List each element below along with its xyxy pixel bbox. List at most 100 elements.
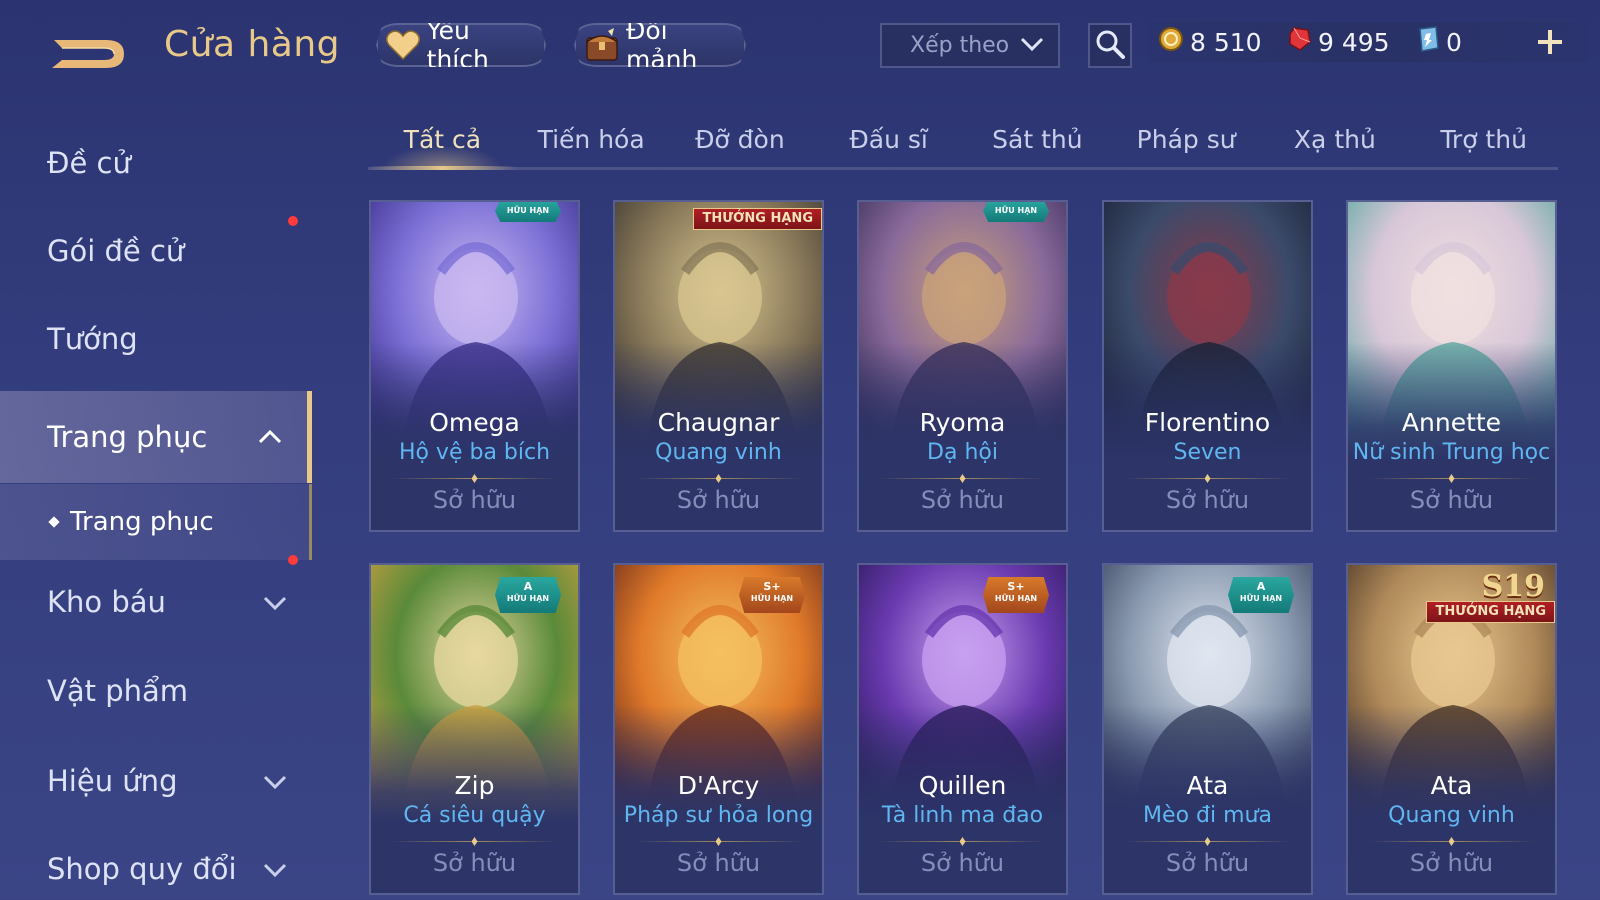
skin-card[interactable]: Annette Nữ sinh Trung học Sở hữu bbox=[1346, 200, 1557, 532]
sidebar-item-label: Shop quy đổi bbox=[47, 852, 237, 886]
ownership-status: Sở hữu bbox=[1409, 486, 1494, 514]
gold-amount: 8 510 bbox=[1190, 27, 1262, 57]
tier-label: A bbox=[523, 580, 533, 593]
divider bbox=[1124, 478, 1291, 479]
divider bbox=[635, 841, 802, 842]
favorite-label: Yêu thích bbox=[426, 16, 489, 74]
skin-name: Quang vinh bbox=[655, 440, 782, 465]
limited-label: HỮU HẠN bbox=[506, 206, 550, 215]
tab-support[interactable]: Trợ thủ bbox=[1409, 118, 1558, 167]
sidebar-item-label: Đề cử bbox=[47, 146, 131, 180]
tab-marksman[interactable]: Xạ thủ bbox=[1261, 118, 1410, 167]
tab-tank[interactable]: Đỡ đòn bbox=[666, 118, 815, 167]
divider bbox=[1368, 478, 1535, 479]
ownership-status: Sở hữu bbox=[676, 849, 761, 877]
skin-name: Tà linh ma đao bbox=[881, 803, 1044, 828]
ownership-status: Sở hữu bbox=[676, 486, 761, 514]
chevron-down-icon bbox=[262, 768, 288, 794]
limited-badge: HỮU HẠN bbox=[983, 202, 1049, 222]
rank-reward-badge: THƯỞNG HẠNG bbox=[693, 208, 822, 230]
search-button[interactable] bbox=[1088, 23, 1132, 68]
limited-label: HỮU HẠN bbox=[994, 206, 1038, 215]
sort-label: Xếp theo bbox=[910, 33, 1010, 58]
sidebar-item-recommended[interactable]: Đề cử bbox=[0, 120, 312, 206]
skin-card[interactable]: S+ HỮU HẠN D'Arcy Pháp sư hỏa long Sở hữu bbox=[613, 563, 824, 895]
sidebar: Đề cử Gói đề cử Tướng Trang phục Trang p… bbox=[0, 118, 312, 900]
divider bbox=[1368, 841, 1535, 842]
sidebar-item-effects[interactable]: Hiệu ứng bbox=[0, 738, 312, 824]
skin-card[interactable]: HỮU HẠN Ryoma Dạ hội Sở hữu bbox=[857, 200, 1068, 532]
skin-name: Dạ hội bbox=[927, 440, 998, 465]
skin-name: Nữ sinh Trung học bbox=[1352, 440, 1551, 465]
chevron-up-icon bbox=[257, 423, 283, 449]
hero-name: Ryoma bbox=[919, 408, 1006, 437]
ownership-status: Sở hữu bbox=[1409, 849, 1494, 877]
skin-card[interactable]: Florentino Seven Sở hữu bbox=[1102, 200, 1313, 532]
notification-dot bbox=[288, 555, 298, 565]
sidebar-item-label: Tướng bbox=[47, 322, 138, 356]
plus-icon bbox=[1536, 28, 1564, 60]
skin-card[interactable]: S19 THƯỞNG HẠNG Ata Quang vinh Sở hữu bbox=[1346, 563, 1557, 895]
hero-name: Zip bbox=[454, 771, 495, 800]
sidebar-item-exchange-shop[interactable]: Shop quy đổi bbox=[0, 826, 312, 900]
exchange-shards-button[interactable]: Đổi mảnh bbox=[574, 23, 746, 67]
tab-evolution[interactable]: Tiến hóa bbox=[517, 118, 666, 167]
page-title: Cửa hàng bbox=[164, 24, 341, 65]
limited-badge: S+ HỮU HẠN bbox=[983, 577, 1049, 613]
top-bar: Cửa hàng Yêu thích Đổi mảnh Xếp theo 8 5… bbox=[0, 0, 1600, 95]
divider bbox=[391, 478, 558, 479]
ownership-status: Sở hữu bbox=[920, 486, 1005, 514]
hero-name: Annette bbox=[1401, 408, 1502, 437]
chevron-down-icon bbox=[262, 589, 288, 615]
sidebar-item-items[interactable]: Vật phẩm bbox=[0, 648, 312, 734]
sidebar-item-skins[interactable]: Trang phục bbox=[0, 391, 312, 483]
divider bbox=[1124, 841, 1291, 842]
skin-card[interactable]: THƯỞNG HẠNG Chaugnar Quang vinh Sở hữu bbox=[613, 200, 824, 532]
hero-name: Omega bbox=[429, 408, 520, 437]
heart-icon bbox=[386, 26, 421, 64]
skin-name: Seven bbox=[1173, 440, 1242, 465]
sidebar-item-treasure[interactable]: Kho báu bbox=[0, 555, 312, 645]
skin-grid: HỮU HẠN Omega Hộ vệ ba bích Sở hữu THƯỞNG HẠ… bbox=[369, 200, 1559, 900]
sort-dropdown[interactable]: Xếp theo bbox=[880, 23, 1060, 68]
ownership-status: Sở hữu bbox=[1165, 849, 1250, 877]
divider bbox=[635, 478, 802, 479]
ruby-amount: 9 495 bbox=[1318, 27, 1390, 57]
sidebar-item-label: Trang phục bbox=[47, 420, 208, 454]
sidebar-item-recommended-bundles[interactable]: Gói đề cử bbox=[0, 208, 312, 294]
skin-name: Hộ vệ ba bích bbox=[398, 440, 551, 465]
limited-label: HỮU HẠN bbox=[1239, 594, 1283, 603]
voucher-icon bbox=[1416, 26, 1440, 58]
hero-name: Chaugnar bbox=[657, 408, 780, 437]
limited-label: HỮU HẠN bbox=[994, 594, 1038, 603]
tier-label: S+ bbox=[763, 580, 781, 593]
tab-all[interactable]: Tất cả bbox=[368, 118, 517, 170]
rank-reward-badge: THƯỞNG HẠNG bbox=[1426, 601, 1555, 623]
skin-card[interactable]: A HỮU HẠN Zip Cá siêu quậy Sở hữu bbox=[369, 563, 580, 895]
add-currency-button[interactable] bbox=[1530, 24, 1570, 64]
back-arrow-icon[interactable] bbox=[48, 26, 128, 72]
season-tier-label: S19 bbox=[1481, 569, 1545, 604]
ownership-status: Sở hữu bbox=[432, 849, 517, 877]
sidebar-subitem-skins[interactable]: Trang phục bbox=[0, 484, 312, 560]
skin-card[interactable]: S+ HỮU HẠN Quillen Tà linh ma đao Sở hữu bbox=[857, 563, 1068, 895]
ownership-status: Sở hữu bbox=[1165, 486, 1250, 514]
currency-bar: 8 510 9 495 0 bbox=[1148, 22, 1588, 62]
sidebar-item-heroes[interactable]: Tướng bbox=[0, 296, 312, 382]
treasure-chest-icon bbox=[584, 26, 620, 64]
skin-card[interactable]: HỮU HẠN Omega Hộ vệ ba bích Sở hữu bbox=[369, 200, 580, 532]
divider bbox=[391, 841, 558, 842]
skin-name: Pháp sư hỏa long bbox=[623, 803, 814, 828]
limited-badge: A HỮU HẠN bbox=[1228, 577, 1294, 613]
tab-assassin[interactable]: Sát thủ bbox=[963, 118, 1112, 167]
tier-label: S+ bbox=[1007, 580, 1025, 593]
tab-fighter[interactable]: Đấu sĩ bbox=[814, 118, 963, 167]
ownership-status: Sở hữu bbox=[432, 486, 517, 514]
tab-mage[interactable]: Pháp sư bbox=[1112, 118, 1261, 167]
hero-name: Ata bbox=[1430, 771, 1473, 800]
skin-card[interactable]: A HỮU HẠN Ata Mèo đi mưa Sở hữu bbox=[1102, 563, 1313, 895]
favorite-button[interactable]: Yêu thích bbox=[376, 23, 546, 67]
hero-name: Ata bbox=[1186, 771, 1229, 800]
limited-badge: HỮU HẠN bbox=[495, 202, 561, 222]
category-tabs: Tất cả Tiến hóa Đỡ đòn Đấu sĩ Sát thủ Ph… bbox=[368, 118, 1558, 170]
